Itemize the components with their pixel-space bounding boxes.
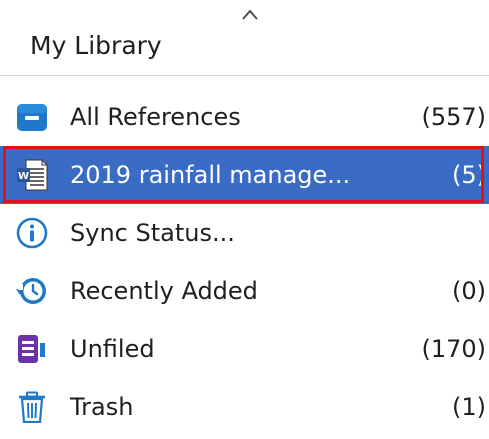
library-item-all-references[interactable]: All References (557): [0, 88, 489, 146]
library-item-label: Unfiled: [70, 335, 155, 363]
library-item-label: Sync Status...: [70, 219, 235, 247]
library-item-count: (170): [421, 335, 486, 363]
library-item-label: Recently Added: [70, 277, 258, 305]
word-document-icon: W: [16, 159, 48, 191]
library-item-count: (5): [452, 161, 486, 189]
trash-icon: [16, 391, 48, 423]
library-item-count: (1): [452, 393, 486, 421]
collapse-caret-icon[interactable]: [239, 6, 261, 22]
unfiled-icon: [16, 333, 48, 365]
library-item-count: (557): [421, 103, 486, 131]
library-item-count: (0): [452, 277, 486, 305]
info-icon: [16, 217, 48, 249]
library-item-recently-added[interactable]: Recently Added (0): [0, 262, 489, 320]
library-item-sync-status[interactable]: Sync Status...: [0, 204, 489, 262]
library-item-2019-rainfall[interactable]: W 2019 rainfall manage... (5): [0, 146, 489, 204]
all-references-icon: [16, 101, 48, 133]
library-item-trash[interactable]: Trash (1): [0, 378, 489, 436]
library-item-label: All References: [70, 103, 241, 131]
library-item-label: 2019 rainfall manage...: [70, 161, 351, 189]
library-item-label: Trash: [70, 393, 134, 421]
library-header: My Library: [30, 31, 162, 60]
history-icon: [16, 275, 48, 307]
library-item-unfiled[interactable]: Unfiled (170): [0, 320, 489, 378]
header-divider: [0, 75, 489, 76]
svg-text:W: W: [18, 171, 29, 182]
